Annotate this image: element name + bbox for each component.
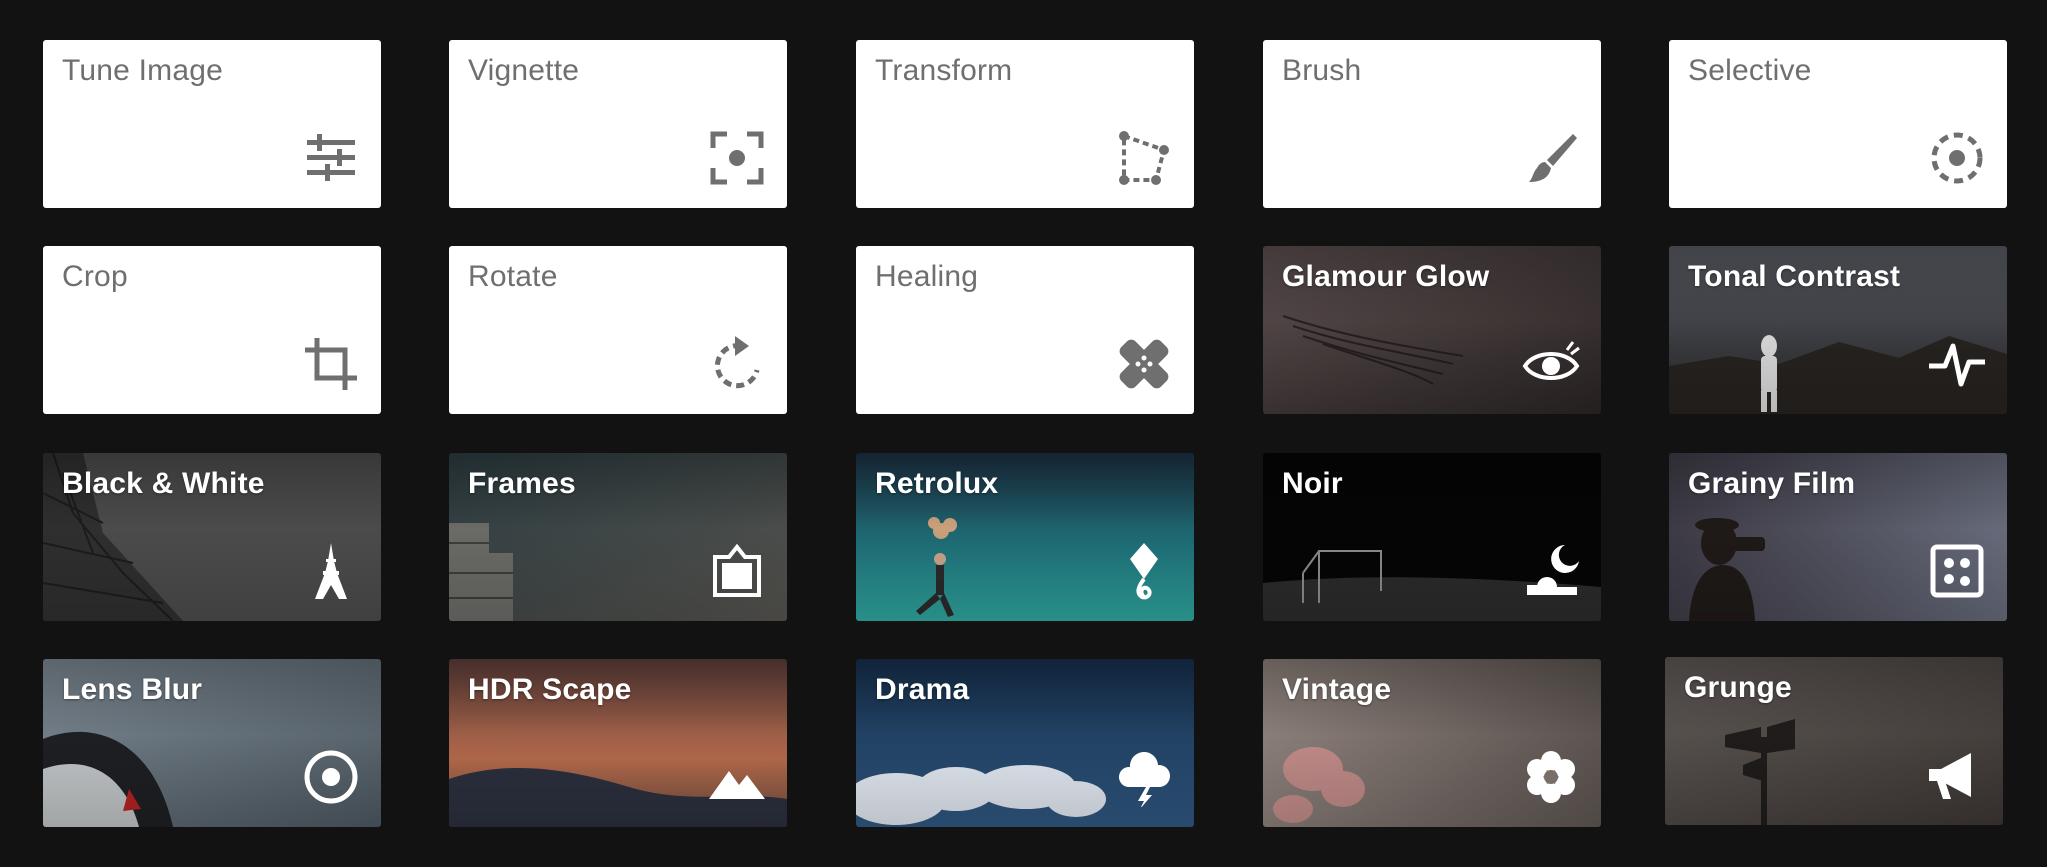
tool-vignette[interactable]: Vignette bbox=[449, 40, 787, 208]
mountains-icon bbox=[707, 747, 767, 807]
tile-label: Grunge bbox=[1684, 671, 1792, 704]
filter-vintage[interactable]: Vintage bbox=[1263, 659, 1601, 827]
tile-label: Tune Image bbox=[62, 54, 223, 87]
tool-selective[interactable]: Selective bbox=[1669, 40, 2007, 208]
moon-icon bbox=[1521, 541, 1581, 601]
tool-rotate[interactable]: Rotate bbox=[449, 246, 787, 414]
filter-noir[interactable]: Noir bbox=[1263, 453, 1601, 621]
kite-icon bbox=[1114, 541, 1174, 601]
tool-tune-image[interactable]: Tune Image bbox=[43, 40, 381, 208]
filter-black-white[interactable]: Black & White bbox=[43, 453, 381, 621]
dice-icon bbox=[1927, 541, 1987, 601]
vignette-icon bbox=[707, 128, 767, 188]
sliders-icon bbox=[301, 128, 361, 188]
tool-transform[interactable]: Transform bbox=[856, 40, 1194, 208]
tool-crop[interactable]: Crop bbox=[43, 246, 381, 414]
brush-icon bbox=[1521, 128, 1581, 188]
filter-retrolux[interactable]: Retrolux bbox=[856, 453, 1194, 621]
filter-grainy-film[interactable]: Grainy Film bbox=[1669, 453, 2007, 621]
tile-label: Noir bbox=[1282, 467, 1343, 500]
megaphone-icon bbox=[1923, 745, 1983, 805]
filter-drama[interactable]: Drama bbox=[856, 659, 1194, 827]
tile-label: Selective bbox=[1688, 54, 1812, 87]
tile-label: Healing bbox=[875, 260, 979, 293]
tools-and-filters-grid: Tune Image Vignette Transform Brush Sele… bbox=[0, 0, 2047, 867]
tile-label: Vignette bbox=[468, 54, 580, 87]
filter-tonal-contrast[interactable]: Tonal Contrast bbox=[1669, 246, 2007, 414]
flower-icon bbox=[1521, 747, 1581, 807]
tile-label: Frames bbox=[468, 467, 576, 500]
rotate-icon bbox=[707, 334, 767, 394]
tile-label: Black & White bbox=[62, 467, 265, 500]
filter-frames[interactable]: Frames bbox=[449, 453, 787, 621]
filter-lens-blur[interactable]: Lens Blur bbox=[43, 659, 381, 827]
tile-label: Transform bbox=[875, 54, 1013, 87]
eiffel-tower-icon bbox=[301, 541, 361, 601]
tile-label: Drama bbox=[875, 673, 970, 706]
tile-label: Glamour Glow bbox=[1282, 260, 1490, 293]
tile-label: Crop bbox=[62, 260, 128, 293]
tile-label: Retrolux bbox=[875, 467, 999, 500]
tile-label: Lens Blur bbox=[62, 673, 203, 706]
storm-cloud-icon bbox=[1114, 747, 1174, 807]
bandage-icon bbox=[1114, 334, 1174, 394]
transform-icon bbox=[1114, 128, 1174, 188]
filter-grunge[interactable]: Grunge bbox=[1665, 657, 2003, 825]
frame-icon bbox=[707, 541, 767, 601]
pulse-icon bbox=[1927, 334, 1987, 394]
target-icon bbox=[301, 747, 361, 807]
selective-icon bbox=[1927, 128, 1987, 188]
filter-hdr-scape[interactable]: HDR Scape bbox=[449, 659, 787, 827]
tool-brush[interactable]: Brush bbox=[1263, 40, 1601, 208]
tile-label: Vintage bbox=[1282, 673, 1392, 706]
crop-icon bbox=[301, 334, 361, 394]
tile-label: Grainy Film bbox=[1688, 467, 1856, 500]
tool-healing[interactable]: Healing bbox=[856, 246, 1194, 414]
tile-label: HDR Scape bbox=[468, 673, 632, 706]
eye-icon bbox=[1521, 334, 1581, 394]
tile-label: Tonal Contrast bbox=[1688, 260, 1901, 293]
tile-label: Rotate bbox=[468, 260, 558, 293]
tile-label: Brush bbox=[1282, 54, 1362, 87]
filter-glamour-glow[interactable]: Glamour Glow bbox=[1263, 246, 1601, 414]
